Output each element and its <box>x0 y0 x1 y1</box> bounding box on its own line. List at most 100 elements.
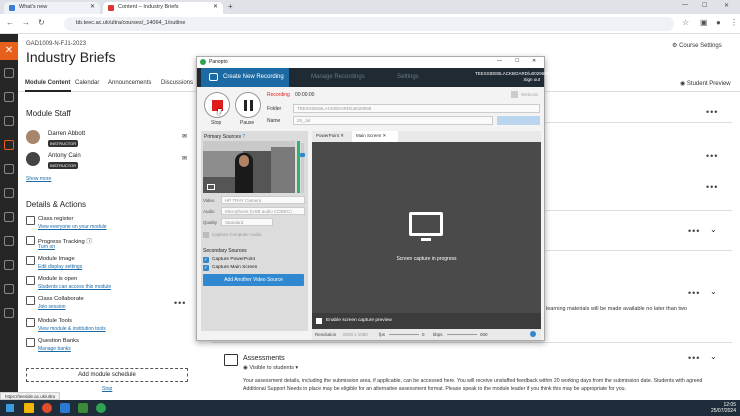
nav-calendar-icon[interactable] <box>4 116 14 126</box>
more-options-icon[interactable]: ••• <box>706 182 718 192</box>
tab-announcements[interactable]: Announcements <box>108 80 151 86</box>
left-nav-rail: ✕ <box>0 34 18 400</box>
tab-calendar[interactable]: Calendar <box>75 80 99 86</box>
sign-out-link[interactable]: Sign out <box>475 77 540 83</box>
video-source-select[interactable]: HP TRAY Camera <box>221 196 305 204</box>
audio-source-select[interactable]: Microphone (USB audio CODEC) <box>221 207 305 215</box>
nav-signout-icon[interactable] <box>4 308 14 318</box>
audio-gain-slider[interactable] <box>301 143 304 193</box>
nav-organizations-icon[interactable] <box>4 236 14 246</box>
nav-messages-icon[interactable] <box>4 140 14 150</box>
info-icon[interactable]: ⓘ <box>86 239 92 245</box>
name-action-button[interactable] <box>497 116 540 125</box>
nav-help-icon[interactable] <box>4 284 14 294</box>
panopto-app-icon[interactable] <box>96 403 106 413</box>
edge-icon[interactable] <box>60 403 70 413</box>
more-options-icon[interactable]: ••• <box>688 288 700 298</box>
nav-profile-icon[interactable] <box>4 260 14 270</box>
info-icon[interactable] <box>530 331 536 337</box>
assessments-title[interactable]: Assessments <box>243 355 285 362</box>
more-options-icon[interactable]: ••• <box>706 107 718 117</box>
back-icon[interactable]: ← <box>6 18 14 27</box>
chevron-down-icon[interactable]: ⌄ <box>710 352 717 361</box>
capture-tab-main-screen[interactable]: Main Screen ✕ <box>356 133 386 139</box>
detail-link[interactable]: Manage banks <box>38 346 71 352</box>
nav-home-icon[interactable] <box>4 68 14 78</box>
close-window-icon[interactable]: ✕ <box>724 2 729 9</box>
name-field[interactable]: 25_Jul <box>293 116 493 125</box>
pause-button[interactable] <box>235 92 261 118</box>
audio-level-meter <box>297 141 300 193</box>
message-icon[interactable]: ✉ <box>182 133 187 140</box>
stop-button[interactable] <box>204 92 230 118</box>
profile-icon[interactable]: ● <box>716 18 721 27</box>
maximize-window-icon[interactable]: ☐ <box>702 2 707 9</box>
reload-icon[interactable]: ↻ <box>38 18 45 27</box>
browser-tab-whats-new[interactable]: What's new ✕ <box>4 2 100 14</box>
tab-manage-recordings[interactable]: Manage Recordings <box>311 74 365 80</box>
audio-gain-thumb[interactable] <box>300 153 305 157</box>
chevron-down-icon[interactable]: ⌄ <box>710 225 717 234</box>
more-options-icon[interactable]: ••• <box>688 353 700 363</box>
tab-favicon-icon <box>9 5 15 11</box>
capture-computer-audio-checkbox[interactable] <box>203 232 209 238</box>
nav-tools-icon[interactable] <box>4 188 14 198</box>
new-tab-icon[interactable]: + <box>228 2 233 11</box>
nav-activity-icon[interactable] <box>4 212 14 222</box>
detail-link[interactable]: View module & institution tools <box>38 326 106 332</box>
tab-settings[interactable]: Settings <box>397 74 419 80</box>
detail-link[interactable]: Join session <box>38 304 66 310</box>
more-options-icon[interactable]: ••• <box>706 151 718 161</box>
detail-link[interactable]: Edit display settings <box>38 264 82 270</box>
app-icon[interactable] <box>78 403 88 413</box>
close-tab-icon[interactable]: ✕ <box>213 3 218 10</box>
tab-module-content[interactable]: Module Content <box>25 80 70 86</box>
windows-start-icon[interactable] <box>6 404 14 412</box>
close-tab-icon[interactable]: ✕ <box>90 3 95 10</box>
minimize-icon[interactable]: — <box>497 58 502 64</box>
url-field[interactable]: bb.teec.ac.uk/ultra/courses/_14064_1/out… <box>64 17 674 31</box>
assessments-description: Your assessment details, including the s… <box>243 378 703 392</box>
sidebar-toggle-icon[interactable]: ▣ <box>700 18 708 27</box>
tab-discussions[interactable]: Discussions <box>161 80 193 86</box>
capture-main-screen-checkbox[interactable]: ✓ <box>203 265 209 271</box>
chrome-icon[interactable] <box>42 403 52 413</box>
module-staff-heading: Module Staff <box>26 109 71 118</box>
course-settings-button[interactable]: ⚙ Course Settings <box>672 42 722 49</box>
tab-create-new-recording[interactable]: Create New Recording <box>201 68 289 87</box>
folder-field[interactable]: TEESSIDEBLACKBOARD\u0029598 <box>293 104 540 113</box>
capture-powerpoint-checkbox[interactable]: ✓ <box>203 257 209 263</box>
student-preview-button[interactable]: ◉ Student Preview <box>680 80 731 87</box>
stop-link[interactable]: Stop <box>102 386 112 392</box>
bookmark-star-icon[interactable]: ☆ <box>682 18 689 27</box>
file-explorer-icon[interactable] <box>24 403 34 413</box>
nav-courses-icon[interactable] <box>4 92 14 102</box>
detail-link[interactable]: Students can access this module <box>38 284 111 290</box>
show-more-link[interactable]: Show more <box>26 176 51 182</box>
enable-preview-checkbox[interactable] <box>316 318 322 324</box>
visibility-dropdown[interactable]: ◉ Visible to students ▾ <box>243 365 298 371</box>
panopto-header: Create New Recording Manage Recordings S… <box>197 68 549 87</box>
more-options-icon[interactable]: ••• <box>174 298 186 308</box>
chevron-down-icon[interactable]: ⌄ <box>710 287 717 296</box>
minimize-window-icon[interactable]: — <box>682 2 688 8</box>
maximize-icon[interactable]: ☐ <box>515 58 519 64</box>
camera-settings-icon[interactable] <box>207 184 215 190</box>
fps-label: fps <box>379 332 386 337</box>
capture-tab-powerpoint[interactable]: PowerPoint ✕ <box>316 133 344 139</box>
browser-menu-icon[interactable]: ⋮ <box>730 18 738 27</box>
close-icon[interactable]: ✕ <box>532 58 536 64</box>
forward-icon[interactable]: → <box>22 18 30 27</box>
add-video-source-button[interactable]: Add Another Video Source <box>203 274 304 286</box>
more-options-icon[interactable]: ••• <box>688 226 700 236</box>
message-icon[interactable]: ✉ <box>182 155 187 162</box>
close-course-icon[interactable]: ✕ <box>0 42 18 60</box>
nav-grades-icon[interactable] <box>4 164 14 174</box>
detail-link[interactable]: Turn on <box>38 244 55 250</box>
webcast-checkbox[interactable] <box>511 91 518 98</box>
help-icon[interactable]: ? <box>242 134 245 140</box>
quality-select[interactable]: Standard <box>221 218 273 226</box>
detail-link[interactable]: View everyone on your module <box>38 224 107 230</box>
add-module-schedule-button[interactable]: Add module schedule <box>26 368 188 382</box>
browser-tab-content[interactable]: Content – Industry Briefs ✕ <box>103 2 223 14</box>
